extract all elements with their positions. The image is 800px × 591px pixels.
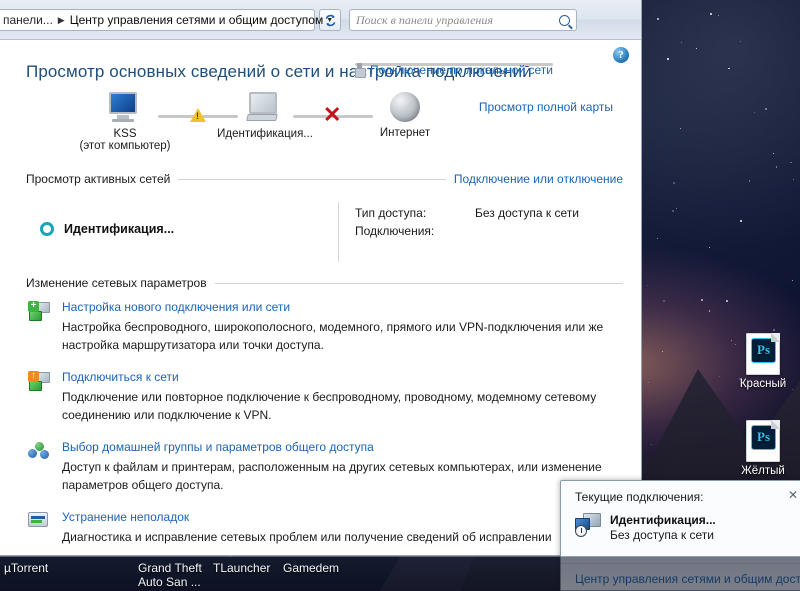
help-button[interactable]: ?: [613, 47, 629, 63]
setup-new-connection-desc: Настройка беспроводного, широкополосного…: [62, 320, 604, 352]
list-item[interactable]: + Настройка нового подключения или сети …: [28, 300, 623, 354]
setup-new-connection-link[interactable]: Настройка нового подключения или сети: [62, 300, 623, 314]
desktop-icon-label: Красный: [739, 378, 787, 390]
active-networks-section: Просмотр активных сетей Подключение или …: [18, 63, 623, 272]
detail-row-connections: Подключения: Подключение по локальной се…: [355, 63, 623, 238]
connections-label: Подключения:: [355, 224, 435, 238]
close-icon[interactable]: ✕: [788, 488, 798, 502]
flyout-connection-name: Идентификация...: [610, 513, 716, 527]
homegroup-icon: [28, 440, 52, 494]
taskbar: µTorrent Grand Theft Auto San ... TLaunche…: [0, 556, 800, 591]
map-node-internet-label: Интернет: [379, 127, 431, 139]
change-settings-header: Изменение сетевых параметров: [26, 276, 207, 290]
globe-icon: [390, 92, 420, 122]
taskbar-item-1[interactable]: µTorrent: [4, 561, 48, 575]
search-placeholder: Поиск в панели управления: [356, 12, 493, 27]
photoshop-file-icon: Ps: [746, 420, 780, 462]
search-icon: [559, 14, 570, 26]
photoshop-file-icon: Ps: [746, 333, 780, 375]
access-type-label: Тип доступа:: [355, 206, 427, 220]
connections-value-link[interactable]: Подключение по локальной сети: [355, 63, 553, 78]
control-panel-window: панели... ▶ Центр управления сетями и об…: [0, 0, 642, 556]
list-item[interactable]: ↑ Подключиться к сети Подключение или по…: [28, 370, 623, 424]
map-node-internet[interactable]: Интернет: [345, 92, 465, 139]
active-network-name: Идентификация...: [64, 222, 175, 236]
ps-badge: Ps: [751, 425, 776, 450]
active-network-details: Тип доступа: Без доступа к сети Подключе…: [338, 63, 623, 262]
access-type-value: Без доступа к сети: [475, 206, 579, 220]
error-icon: ✕: [323, 102, 342, 127]
flyout-connection-status: Без доступа к сети: [610, 528, 714, 542]
chevron-down-icon[interactable]: ▼: [326, 10, 333, 30]
map-node-network[interactable]: Идентификация...: [205, 92, 325, 140]
network-icon: [246, 92, 283, 124]
flyout-connection-item[interactable]: Идентификация... Без доступа к сети: [575, 513, 800, 543]
troubleshoot-desc: Диагностика и исправление сетевых пробле…: [62, 530, 552, 544]
detail-row-access-type: Тип доступа: Без доступа к сети: [355, 206, 623, 220]
connect-to-network-desc: Подключение или повторное подключение к …: [62, 390, 597, 422]
list-item[interactable]: Устранение неполадок Диагностика и испра…: [28, 510, 623, 546]
map-node-computer[interactable]: KSS (этот компьютер): [65, 92, 185, 152]
breadcrumb-first[interactable]: панели...: [0, 13, 56, 27]
address-bar[interactable]: панели... ▶ Центр управления сетями и об…: [0, 9, 333, 31]
settings-list: + Настройка нового подключения или сети …: [18, 290, 623, 546]
change-settings-section: Изменение сетевых параметров + Настройка…: [18, 276, 623, 546]
connect-disconnect-link[interactable]: Подключение или отключение: [454, 172, 623, 186]
plug-icon: [355, 63, 366, 78]
active-networks-header: Просмотр активных сетей: [26, 172, 171, 186]
flyout-title: Текущие подключения:: [575, 490, 704, 504]
warning-icon: [190, 108, 206, 122]
connections-value-text: Подключение по локальной сети: [370, 63, 553, 77]
homegroup-sharing-desc: Доступ к файлам и принтерам, расположенн…: [62, 460, 602, 492]
troubleshoot-icon: [28, 510, 52, 546]
search-input[interactable]: Поиск в панели управления: [349, 9, 577, 31]
active-network-entry[interactable]: Идентификация...: [28, 202, 338, 262]
desktop-icon-label: Жёлтый: [741, 465, 785, 477]
taskbar-item-3[interactable]: TLauncher: [213, 561, 270, 575]
change-settings-header-row: Изменение сетевых параметров: [18, 276, 623, 290]
computer-icon: [107, 92, 143, 124]
desktop-icon-2[interactable]: Ps Жёлтый: [726, 420, 800, 477]
map-node-computer-sublabel: (этот компьютер): [79, 140, 171, 152]
map-node-network-label: Идентификация...: [217, 128, 313, 140]
network-connection-icon: [575, 513, 601, 537]
homegroup-sharing-link[interactable]: Выбор домашней группы и параметров общег…: [62, 440, 623, 454]
taskbar-item-2[interactable]: Grand Theft Auto San ...: [138, 561, 202, 589]
map-node-computer-label: KSS: [113, 128, 137, 140]
taskbar-item-4[interactable]: Gamedem: [283, 561, 339, 575]
new-connection-icon: +: [28, 300, 52, 354]
connect-to-network-link[interactable]: Подключиться к сети: [62, 370, 623, 384]
breadcrumb-current[interactable]: Центр управления сетями и общим доступом: [67, 13, 327, 27]
view-full-map-link[interactable]: Просмотр полной карты: [479, 100, 613, 114]
ps-badge: Ps: [751, 338, 776, 363]
desktop-icon-1[interactable]: Ps Красный: [726, 333, 800, 390]
network-map: ✕ KSS (этот компьютер) Идентификация... …: [18, 92, 623, 168]
divider: [214, 282, 623, 284]
connect-network-icon: ↑: [28, 370, 52, 424]
divider: [178, 178, 446, 180]
breadcrumb-separator-icon: ▶: [57, 14, 65, 25]
window-chrome: панели... ▶ Центр управления сетями и об…: [0, 0, 641, 40]
list-item[interactable]: Выбор домашней группы и параметров общег…: [28, 440, 623, 494]
troubleshoot-link[interactable]: Устранение неполадок: [62, 510, 623, 524]
active-networks-header-row: Просмотр активных сетей Подключение или …: [18, 172, 623, 186]
network-status-icon: [40, 222, 54, 236]
window-body: ? Просмотр основных сведений о сети и на…: [0, 40, 641, 555]
